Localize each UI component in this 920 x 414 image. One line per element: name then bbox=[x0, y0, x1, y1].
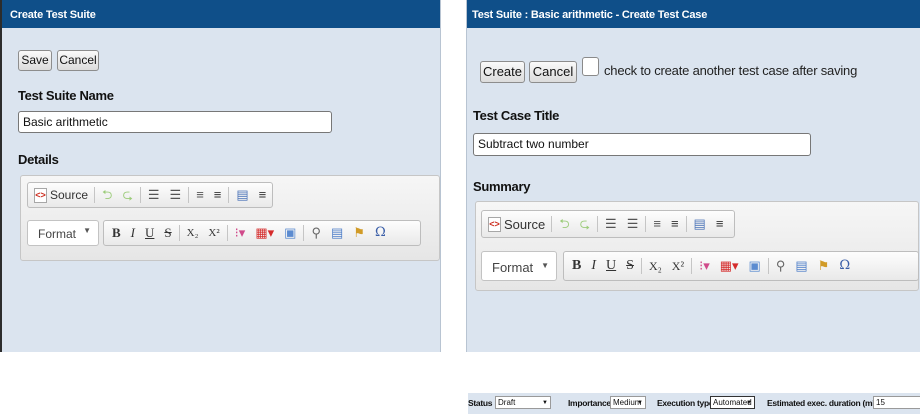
flag-icon[interactable]: ⚑ bbox=[818, 256, 830, 276]
superscript-icon[interactable]: X² bbox=[208, 227, 219, 239]
cancel-button[interactable]: Cancel bbox=[57, 50, 99, 71]
test-case-title-label: Test Case Title bbox=[473, 108, 560, 123]
underline-icon[interactable]: U bbox=[145, 225, 154, 241]
details-label: Details bbox=[18, 152, 59, 167]
chevron-down-icon: ▼ bbox=[542, 400, 548, 406]
blockquote-icon[interactable]: ▤ bbox=[694, 214, 706, 234]
importance-select[interactable]: Medium ▼ bbox=[610, 396, 646, 409]
redo-icon[interactable]: ⮎ bbox=[580, 214, 590, 234]
bulleted-list-icon[interactable]: ☰ bbox=[170, 185, 182, 205]
table-icon[interactable]: ▦▾ bbox=[720, 256, 739, 276]
editor-toolbar-row1: <> Source ⮌ ⮎ ☰ ☰ ≡ ≡ ▤ ≡ bbox=[481, 210, 735, 238]
summary-label: Summary bbox=[473, 179, 531, 194]
status-label: Status bbox=[468, 398, 493, 408]
create-test-case-panel: Test Suite : Basic arithmetic - Create T… bbox=[466, 0, 920, 352]
format-label: Format bbox=[492, 260, 534, 275]
source-button[interactable]: Source bbox=[50, 188, 88, 202]
panel-title: Create Test Suite bbox=[2, 0, 440, 28]
format-dropdown[interactable]: Format ▼ bbox=[481, 251, 557, 281]
superscript-icon[interactable]: X² bbox=[672, 259, 684, 274]
strikethrough-icon[interactable]: S bbox=[626, 258, 634, 274]
source-icon: <> bbox=[34, 187, 47, 203]
omega-icon[interactable]: Ω bbox=[839, 256, 850, 276]
numbered-list-icon[interactable]: ☰ bbox=[148, 185, 160, 205]
create-another-label: check to create another test case after … bbox=[604, 63, 858, 78]
editor-toolbar-row2: B I U S X₂ X² ⁝▾ ▦▾ ▣ ⚲ ▤ ⚑ Ω bbox=[563, 251, 919, 281]
indent-icon[interactable]: ≡ bbox=[214, 185, 222, 205]
status-value: Draft bbox=[498, 398, 516, 407]
format-label: Format bbox=[38, 227, 77, 241]
text-color-icon[interactable]: ⁝▾ bbox=[699, 256, 710, 276]
table-icon[interactable]: ▦▾ bbox=[255, 223, 274, 243]
duration-input[interactable]: 15 bbox=[873, 396, 920, 409]
subscript-icon[interactable]: X₂ bbox=[187, 227, 199, 239]
execution-type-select[interactable]: Automated ▼ bbox=[710, 396, 755, 409]
italic-icon[interactable]: I bbox=[131, 225, 135, 241]
undo-icon[interactable]: ⮌ bbox=[559, 214, 569, 234]
bold-icon[interactable]: B bbox=[112, 225, 121, 241]
test-case-title-input[interactable]: Subtract two number bbox=[473, 133, 811, 156]
create-button[interactable]: Create bbox=[480, 61, 525, 83]
create-test-suite-panel: Create Test Suite Save Cancel Test Suite… bbox=[0, 0, 441, 352]
align-icon[interactable]: ≡ bbox=[259, 185, 267, 205]
format-dropdown[interactable]: Format ▼ bbox=[27, 220, 99, 246]
underline-icon[interactable]: U bbox=[606, 258, 616, 274]
status-select[interactable]: Draft ▼ bbox=[495, 396, 551, 409]
test-case-attributes-bar: Status Draft ▼ Importance Medium ▼ Execu… bbox=[468, 393, 920, 414]
outdent-icon[interactable]: ≡ bbox=[196, 185, 204, 205]
outdent-icon[interactable]: ≡ bbox=[653, 214, 661, 234]
save-button[interactable]: Save bbox=[18, 50, 52, 71]
text-color-icon[interactable]: ⁝▾ bbox=[235, 223, 246, 243]
duration-value: 15 bbox=[876, 398, 885, 407]
chevron-down-icon: ▼ bbox=[746, 400, 752, 406]
flag-icon[interactable]: ⚑ bbox=[353, 223, 365, 243]
duration-label: Estimated exec. duration (min) bbox=[767, 398, 882, 408]
chevron-down-icon: ▼ bbox=[637, 400, 643, 406]
create-another-checkbox[interactable] bbox=[582, 57, 599, 76]
importance-label: Importance bbox=[568, 398, 611, 408]
source-button[interactable]: Source bbox=[504, 217, 545, 232]
suite-name-label: Test Suite Name bbox=[18, 88, 114, 103]
panel-title: Test Suite : Basic arithmetic - Create T… bbox=[467, 0, 920, 28]
omega-icon[interactable]: Ω bbox=[375, 223, 386, 243]
form-icon[interactable]: ▤ bbox=[331, 223, 343, 243]
find-icon[interactable]: ⚲ bbox=[776, 256, 786, 276]
chevron-down-icon: ▼ bbox=[541, 261, 549, 270]
indent-icon[interactable]: ≡ bbox=[671, 214, 679, 234]
strikethrough-icon[interactable]: S bbox=[164, 225, 171, 241]
cancel-button[interactable]: Cancel bbox=[529, 61, 577, 83]
subscript-icon[interactable]: X₂ bbox=[649, 259, 662, 274]
source-icon: <> bbox=[488, 216, 501, 232]
image-icon[interactable]: ▣ bbox=[284, 223, 296, 243]
blockquote-icon[interactable]: ▤ bbox=[236, 185, 248, 205]
form-icon[interactable]: ▤ bbox=[795, 256, 807, 276]
find-icon[interactable]: ⚲ bbox=[311, 223, 321, 243]
bold-icon[interactable]: B bbox=[572, 258, 581, 274]
redo-icon[interactable]: ⮎ bbox=[122, 185, 132, 205]
bulleted-list-icon[interactable]: ☰ bbox=[627, 214, 639, 234]
editor-toolbar-row1: <> Source ⮌ ⮎ ☰ ☰ ≡ ≡ ▤ ≡ bbox=[27, 182, 273, 208]
undo-icon[interactable]: ⮌ bbox=[102, 185, 112, 205]
suite-name-input[interactable]: Basic arithmetic bbox=[18, 111, 332, 133]
numbered-list-icon[interactable]: ☰ bbox=[605, 214, 617, 234]
editor-toolbar-row2: B I U S X₂ X² ⁝▾ ▦▾ ▣ ⚲ ▤ ⚑ Ω bbox=[103, 220, 421, 246]
italic-icon[interactable]: I bbox=[591, 258, 596, 274]
align-icon[interactable]: ≡ bbox=[716, 214, 724, 234]
execution-type-label: Execution type bbox=[657, 398, 714, 408]
chevron-down-icon: ▼ bbox=[83, 226, 91, 235]
image-icon[interactable]: ▣ bbox=[749, 256, 761, 276]
